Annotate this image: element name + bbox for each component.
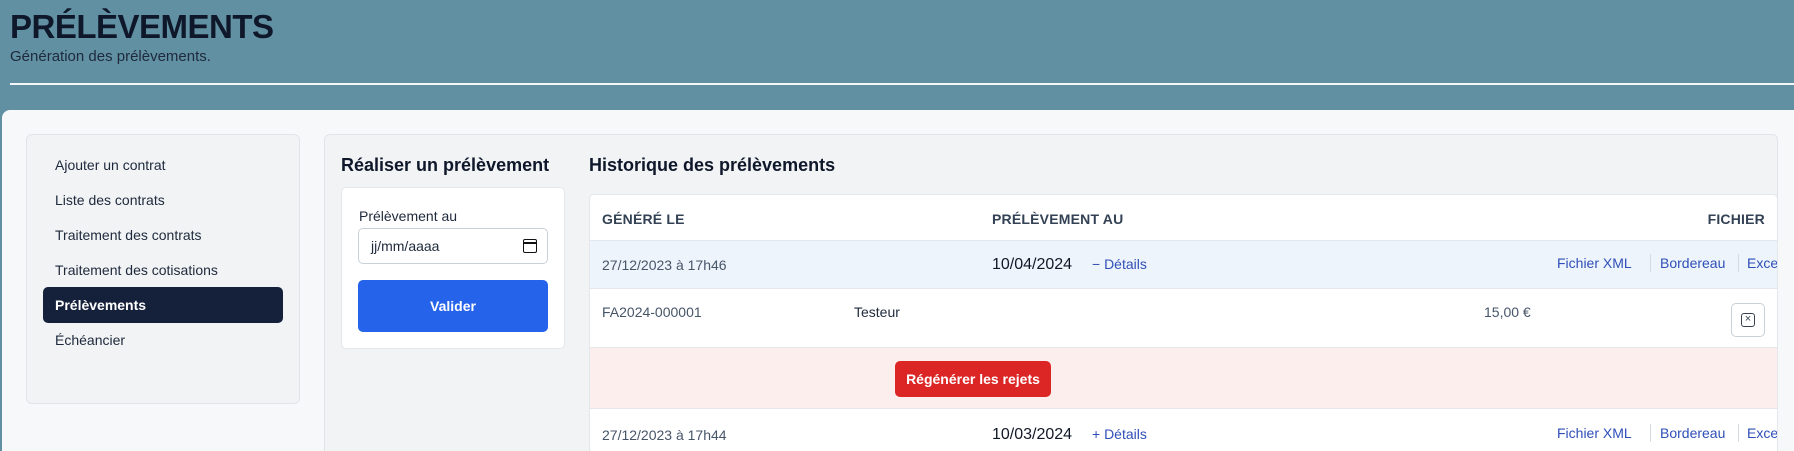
amount: 15,00 € <box>1484 304 1531 320</box>
column-header-generated: GÉNÉRÉ LE <box>602 211 685 227</box>
sidebar-nav: Ajouter un contrat Liste des contrats Tr… <box>26 134 300 404</box>
reject-row: Régénérer les rejets <box>590 347 1777 408</box>
invoice-reference: FA2024-000001 <box>602 304 702 320</box>
regenerate-rejects-button[interactable]: Régénérer les rejets <box>895 361 1051 397</box>
date-input[interactable]: jj/mm/aaaa <box>358 228 548 264</box>
form-section-title: Réaliser un prélèvement <box>341 155 550 175</box>
table-row: 27/12/2023 à 17h44 10/03/2024 + Détails … <box>590 408 1777 451</box>
remove-line-button[interactable]: × <box>1731 303 1765 337</box>
bordereau-link[interactable]: Bordereau <box>1660 425 1725 441</box>
date-field-label: Prélèvement au <box>359 208 458 224</box>
page-subtitle: Génération des prélèvements. <box>10 48 211 65</box>
withdrawal-date: 10/04/2024 <box>992 256 1073 273</box>
close-box-icon: × <box>1741 313 1755 327</box>
calendar-icon[interactable] <box>523 239 537 253</box>
validate-button[interactable]: Valider <box>358 280 548 332</box>
history-section-title: Historique des prélèvements <box>589 155 836 175</box>
sidebar-item-traitement-cotisations[interactable]: Traitement des cotisations <box>43 252 283 288</box>
header-divider <box>10 83 1794 85</box>
page-title: PRÉLÈVEMENTS <box>10 8 274 45</box>
link-divider <box>1650 424 1651 442</box>
generated-at: 27/12/2023 à 17h46 <box>602 257 727 273</box>
link-divider <box>1738 254 1739 272</box>
history-table: GÉNÉRÉ LE PRÉLÈVEMENT AU FICHIER 27/12/2… <box>589 194 1778 451</box>
page-header: PRÉLÈVEMENTS Génération des prélèvements… <box>0 0 1794 110</box>
date-input-placeholder: jj/mm/aaaa <box>371 238 440 254</box>
sidebar-item-ajouter-contrat[interactable]: Ajouter un contrat <box>43 147 283 183</box>
sidebar-item-prelevements[interactable]: Prélèvements <box>43 287 283 323</box>
sidebar-item-liste-contrats[interactable]: Liste des contrats <box>43 182 283 218</box>
column-header-file: FICHIER <box>1707 211 1765 227</box>
excel-link[interactable]: Excel <box>1747 255 1777 271</box>
client-name: Testeur <box>854 304 900 320</box>
link-divider <box>1650 254 1651 272</box>
column-header-withdrawal: PRÉLÈVEMENT AU <box>992 211 1124 227</box>
sidebar-item-echeancier[interactable]: Échéancier <box>43 322 283 358</box>
excel-link[interactable]: Excel <box>1747 425 1777 441</box>
hide-details-link[interactable]: − Détails <box>1092 256 1147 272</box>
bordereau-link[interactable]: Bordereau <box>1660 255 1725 271</box>
link-divider <box>1738 424 1739 442</box>
table-row: 27/12/2023 à 17h46 10/04/2024 − Détails … <box>590 240 1777 288</box>
withdrawal-date: 10/03/2024 <box>992 426 1073 443</box>
xml-file-link[interactable]: Fichier XML <box>1557 425 1632 441</box>
sidebar-item-traitement-contrats[interactable]: Traitement des contrats <box>43 217 283 253</box>
withdrawal-form: Prélèvement au jj/mm/aaaa Valider <box>341 187 565 349</box>
generated-at: 27/12/2023 à 17h44 <box>602 427 727 443</box>
xml-file-link[interactable]: Fichier XML <box>1557 255 1632 271</box>
table-row-detail: FA2024-000001 Testeur 15,00 € × <box>590 288 1777 347</box>
show-details-link[interactable]: + Détails <box>1092 426 1147 442</box>
